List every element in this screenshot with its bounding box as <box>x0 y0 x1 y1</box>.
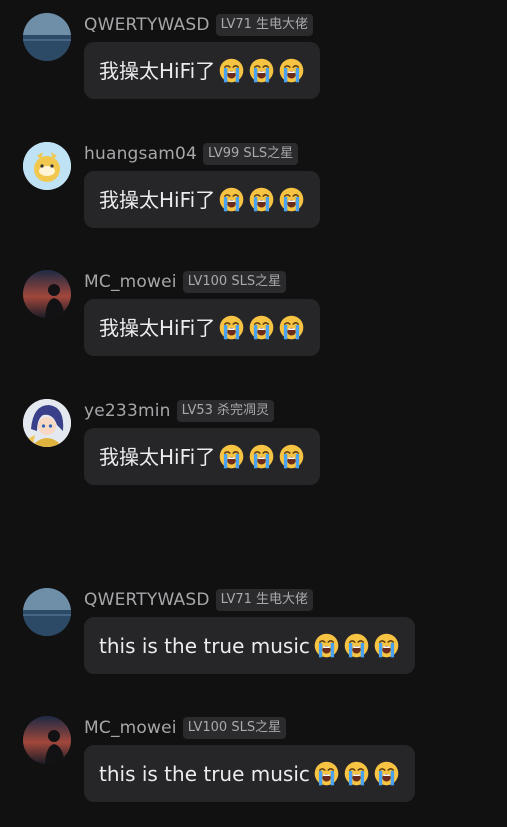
avatar[interactable] <box>23 399 71 447</box>
emoji-group <box>215 57 305 84</box>
username[interactable]: QWERTYWASD <box>84 15 210 35</box>
emoji-group <box>310 632 400 659</box>
emoji-group <box>215 314 305 341</box>
loudly-crying-face-emoji-icon <box>278 186 305 213</box>
loudly-crying-face-emoji-icon <box>248 57 275 84</box>
loudly-crying-face-emoji-icon <box>373 760 400 787</box>
message-bubble[interactable]: 我操太HiFi了 <box>84 299 321 356</box>
loudly-crying-face-emoji-icon <box>218 314 245 341</box>
avatar[interactable] <box>23 142 71 190</box>
chat-message: QWERTYWASD LV71 生电大佬 this is the true mu… <box>0 588 507 688</box>
username[interactable]: huangsam04 <box>84 144 197 164</box>
message-text: 我操太HiFi了 <box>99 444 216 469</box>
username[interactable]: MC_mowei <box>84 272 177 292</box>
cartoon-character-avatar-icon <box>23 142 71 190</box>
message-bubble[interactable]: this is the true music <box>84 745 415 802</box>
loudly-crying-face-emoji-icon <box>248 186 275 213</box>
emoji-group <box>215 443 305 470</box>
chat-message-list[interactable]: QWERTYWASD LV71 生电大佬 我操太HiFi了 huangsam04… <box>0 0 507 827</box>
level-badge: LV100 SLS之星 <box>182 717 287 739</box>
message-bubble[interactable]: 我操太HiFi了 <box>84 171 321 228</box>
ocean-landscape-avatar-icon <box>23 588 71 636</box>
emoji-group <box>215 186 305 213</box>
loudly-crying-face-emoji-icon <box>248 314 275 341</box>
loudly-crying-face-emoji-icon <box>218 57 245 84</box>
loudly-crying-face-emoji-icon <box>343 760 370 787</box>
loudly-crying-face-emoji-icon <box>248 443 275 470</box>
sunset-silhouette-avatar-icon <box>23 270 71 318</box>
level-badge: LV71 生电大佬 <box>215 589 314 611</box>
message-text: 我操太HiFi了 <box>99 58 216 83</box>
level-badge: LV53 杀完凋灵 <box>176 400 275 422</box>
loudly-crying-face-emoji-icon <box>278 314 305 341</box>
message-bubble[interactable]: 我操太HiFi了 <box>84 42 321 99</box>
emoji-group <box>310 760 400 787</box>
level-badge: LV100 SLS之星 <box>182 271 287 293</box>
message-bubble[interactable]: 我操太HiFi了 <box>84 428 321 485</box>
sunset-silhouette-avatar-icon <box>23 716 71 764</box>
ocean-landscape-avatar-icon <box>23 13 71 61</box>
chat-message: QWERTYWASD LV71 生电大佬 我操太HiFi了 <box>0 13 507 113</box>
loudly-crying-face-emoji-icon <box>278 443 305 470</box>
message-text: this is the true music <box>99 633 310 658</box>
loudly-crying-face-emoji-icon <box>313 632 340 659</box>
message-text: 我操太HiFi了 <box>99 315 216 340</box>
loudly-crying-face-emoji-icon <box>313 760 340 787</box>
username[interactable]: ye233min <box>84 401 171 421</box>
username[interactable]: QWERTYWASD <box>84 590 210 610</box>
loudly-crying-face-emoji-icon <box>278 57 305 84</box>
message-bubble[interactable]: this is the true music <box>84 617 415 674</box>
level-badge: LV99 SLS之星 <box>203 143 299 165</box>
loudly-crying-face-emoji-icon <box>218 186 245 213</box>
loudly-crying-face-emoji-icon <box>343 632 370 659</box>
message-text: 我操太HiFi了 <box>99 187 216 212</box>
avatar[interactable] <box>23 588 71 636</box>
avatar[interactable] <box>23 13 71 61</box>
avatar[interactable] <box>23 716 71 764</box>
level-badge: LV71 生电大佬 <box>215 14 314 36</box>
username[interactable]: MC_mowei <box>84 718 177 738</box>
loudly-crying-face-emoji-icon <box>373 632 400 659</box>
anime-character-avatar-icon <box>23 399 71 447</box>
chat-message: ye233min LV53 杀完凋灵 我操太HiFi了 <box>0 399 507 499</box>
avatar[interactable] <box>23 270 71 318</box>
chat-message: huangsam04 LV99 SLS之星 我操太HiFi了 <box>0 142 507 242</box>
chat-message: MC_mowei LV100 SLS之星 我操太HiFi了 <box>0 270 507 370</box>
loudly-crying-face-emoji-icon <box>218 443 245 470</box>
chat-message: MC_mowei LV100 SLS之星 this is the true mu… <box>0 716 507 816</box>
message-text: this is the true music <box>99 761 310 786</box>
